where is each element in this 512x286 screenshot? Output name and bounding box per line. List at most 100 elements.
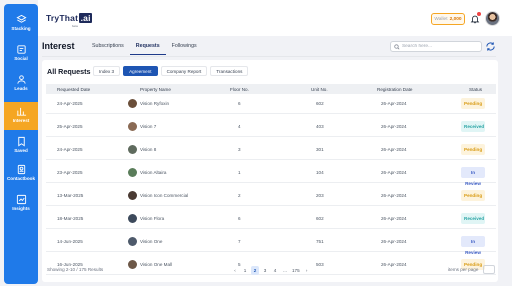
sidebar-item-contactbook[interactable]: Contactbook — [4, 160, 38, 188]
table-row[interactable]: 13-Mar-2025 Vision Icon Commercial 2 203 26-… — [46, 186, 496, 206]
bookmark-icon — [17, 136, 25, 147]
column-header[interactable]: Unit No. — [311, 87, 328, 92]
tab-subscriptions[interactable]: Subscriptions — [86, 43, 130, 55]
search-icon — [394, 43, 400, 49]
sidebar-item-insights[interactable]: Insights — [4, 190, 38, 218]
cell-property-name[interactable]: Vision Ryfoxin — [140, 101, 169, 106]
cell-property-name[interactable]: Vision 8 — [140, 147, 156, 152]
logo-ai: .ai — [79, 13, 93, 23]
cell-unit-no: 104 — [316, 170, 324, 175]
sidebar-item-leads[interactable]: Leads — [4, 70, 38, 98]
column-header[interactable]: Property Name — [140, 87, 171, 92]
cell-floor-no: 6 — [238, 101, 241, 106]
cell-floor-no: 1 — [238, 170, 241, 175]
sidebar-item-interest[interactable]: Interest — [4, 102, 38, 130]
refresh-icon[interactable] — [485, 41, 496, 52]
cell-property-name[interactable]: Vision One — [140, 239, 162, 244]
cell-unit-no: 203 — [316, 193, 324, 198]
property-thumbnail — [128, 214, 137, 223]
property-thumbnail — [128, 191, 137, 200]
sidebar-item-stacking[interactable]: Stacking — [4, 10, 38, 38]
property-thumbnail — [128, 99, 137, 108]
status-badge: Pending — [461, 190, 485, 201]
sidebar-item-social[interactable]: Social — [4, 40, 38, 68]
cell-requested-date: 18-Mar-2025 — [57, 216, 84, 221]
app-logo[interactable]: TryThat .ai — [46, 13, 93, 23]
cell-property-name[interactable]: Vision Flora — [140, 216, 164, 221]
page-ellipsis: ... — [283, 268, 287, 273]
table-row[interactable]: 25-Apr-2025 Vision 7 4 403 26-Apr-2024 Receiv… — [46, 117, 496, 137]
page-tabs: Subscriptions Requests Followings — [86, 43, 203, 55]
sidebar-item-label: Insights — [12, 206, 30, 211]
sidebar-item-label: Stacking — [11, 26, 31, 31]
status-badge: Pending — [461, 144, 485, 155]
property-thumbnail — [128, 237, 137, 246]
subtab-company-report[interactable]: Company Report — [160, 66, 208, 76]
subtab-agreement[interactable]: Agreement — [123, 66, 158, 76]
sidebar-item-saved[interactable]: Saved — [4, 132, 38, 160]
table-row[interactable]: 14-Jun-2025 Vision One 7 751 26-Apr-2024 In R… — [46, 232, 496, 255]
logo-text: TryThat — [46, 13, 79, 23]
cell-floor-no: 4 — [238, 124, 241, 129]
cell-property-name[interactable]: Vision Altaira — [140, 170, 166, 175]
page-button[interactable]: 1 — [241, 266, 249, 275]
items-per-page-select[interactable] — [483, 265, 495, 274]
sidebar-item-label: Saved — [14, 148, 28, 153]
wallet-label: Wallet — [434, 16, 448, 22]
insights-icon — [16, 194, 26, 205]
top-bar: TryThat .ai beta Wallet 2,000 — [38, 0, 512, 36]
next-page-button[interactable]: › — [303, 266, 311, 275]
requests-card: All Requests Index 3 Agreement Company R… — [42, 60, 498, 282]
table-row[interactable]: 23-Apr-2025 Vision Altaira 1 104 26-Apr-2024… — [46, 163, 496, 186]
page-button-current[interactable]: 2 — [251, 266, 259, 275]
interest-icon — [16, 107, 26, 116]
cell-requested-date: 13-Mar-2025 — [57, 193, 84, 198]
wallet-value: 2,000 — [449, 16, 462, 22]
cell-registration-date: 26-Apr-2024 — [381, 170, 407, 175]
page-button[interactable]: 4 — [271, 266, 279, 275]
status-badge: In Review — [461, 167, 485, 186]
cell-unit-no: 301 — [316, 147, 324, 152]
property-thumbnail — [128, 122, 137, 131]
status-badge: Received — [461, 121, 485, 132]
leads-icon — [16, 75, 26, 84]
page-button[interactable]: 3 — [261, 266, 269, 275]
cell-registration-date: 26-Apr-2024 — [381, 101, 407, 106]
subtab-index[interactable]: Index 3 — [93, 66, 121, 76]
table-row[interactable]: 18-Mar-2025 Vision Flora 6 602 26-Apr-2024 Re… — [46, 209, 496, 229]
cell-property-name[interactable]: Vision Icon Commercial — [140, 193, 188, 198]
sidebar-item-label: Interest — [12, 118, 30, 123]
prev-page-button[interactable]: ‹ — [231, 266, 239, 275]
cell-property-name[interactable]: Vision 7 — [140, 124, 156, 129]
cell-unit-no: 602 — [316, 101, 324, 106]
wallet-badge[interactable]: Wallet 2,000 — [431, 13, 465, 25]
tabs-divider — [42, 56, 496, 57]
cell-registration-date: 26-Apr-2024 — [381, 216, 407, 221]
sidebar-item-label: Social — [14, 56, 28, 61]
layers-icon — [15, 14, 27, 23]
page-button[interactable]: 175 — [291, 266, 301, 275]
user-avatar[interactable] — [485, 11, 500, 26]
column-header[interactable]: Requested Date — [57, 87, 90, 92]
property-thumbnail — [128, 145, 137, 154]
table-row[interactable]: 24-Apr-2025 Vision 8 3 301 26-Apr-2024 Pendin… — [46, 140, 496, 160]
column-header[interactable]: Registration Date — [377, 87, 413, 92]
table-row[interactable]: 24-Apr-2025 Vision Ryfoxin 6 602 26-Apr-2024… — [46, 94, 496, 114]
cell-requested-date: 24-Apr-2025 — [57, 101, 83, 106]
logo-subtext: beta — [72, 24, 78, 28]
column-header[interactable]: Floor No. — [230, 87, 249, 92]
column-header[interactable]: Status — [469, 87, 482, 92]
subtab-transactions[interactable]: Transactions — [210, 66, 249, 76]
results-count: Showing 2-10 / 175 Results — [47, 267, 104, 272]
request-type-tabs: Index 3 Agreement Company Report Transac… — [93, 66, 249, 76]
cell-floor-no: 6 — [238, 216, 241, 221]
cell-floor-no: 7 — [238, 239, 241, 244]
status-badge: Pending — [461, 98, 485, 109]
tab-requests[interactable]: Requests — [129, 43, 166, 55]
status-badge: In Review — [461, 236, 485, 255]
cell-property-name[interactable]: Vision One Mall — [140, 262, 172, 267]
cell-unit-no: 503 — [316, 262, 324, 267]
cell-requested-date: 23-Apr-2025 — [57, 170, 83, 175]
tab-followings[interactable]: Followings — [166, 43, 203, 55]
search-input[interactable] — [401, 44, 481, 49]
